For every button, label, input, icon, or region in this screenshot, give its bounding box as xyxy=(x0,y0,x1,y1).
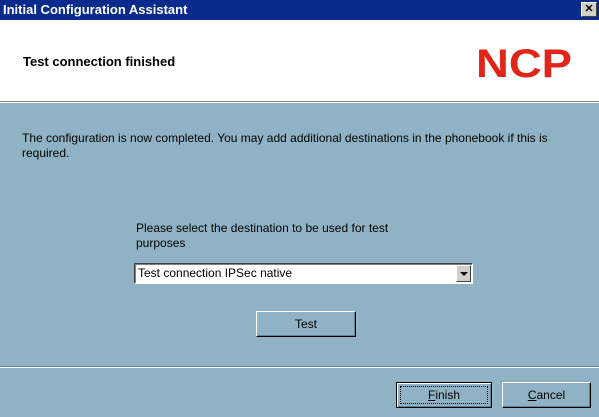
destination-select[interactable]: Test connection IPSec native xyxy=(134,263,473,284)
window-title: Initial Configuration Assistant xyxy=(3,2,188,17)
dialog-window: Initial Configuration Assistant ✕ Test c… xyxy=(0,0,599,417)
footer-divider-highlight xyxy=(0,367,599,368)
destination-label: Please select the destination to be used… xyxy=(136,221,389,250)
page-title: Test connection finished xyxy=(23,54,176,69)
test-button[interactable]: Test xyxy=(256,311,356,337)
focus-rectangle xyxy=(400,386,488,404)
chevron-down-icon[interactable] xyxy=(456,265,471,282)
destination-selected-value: Test connection IPSec native xyxy=(138,266,293,280)
close-button[interactable]: ✕ xyxy=(581,2,597,17)
cancel-label: ancel xyxy=(536,388,566,402)
logo-text: NCP xyxy=(476,44,572,80)
cancel-button[interactable]: Cancel xyxy=(502,382,591,408)
completion-message: The configuration is now completed. You … xyxy=(22,131,548,160)
wizard-header: Test connection finished NCP xyxy=(0,20,599,102)
finish-button[interactable]: Finish xyxy=(396,382,492,408)
ncp-logo: NCP xyxy=(476,44,572,80)
close-icon: ✕ xyxy=(584,3,594,15)
title-bar[interactable]: Initial Configuration Assistant ✕ xyxy=(0,0,599,20)
header-divider xyxy=(0,102,599,103)
